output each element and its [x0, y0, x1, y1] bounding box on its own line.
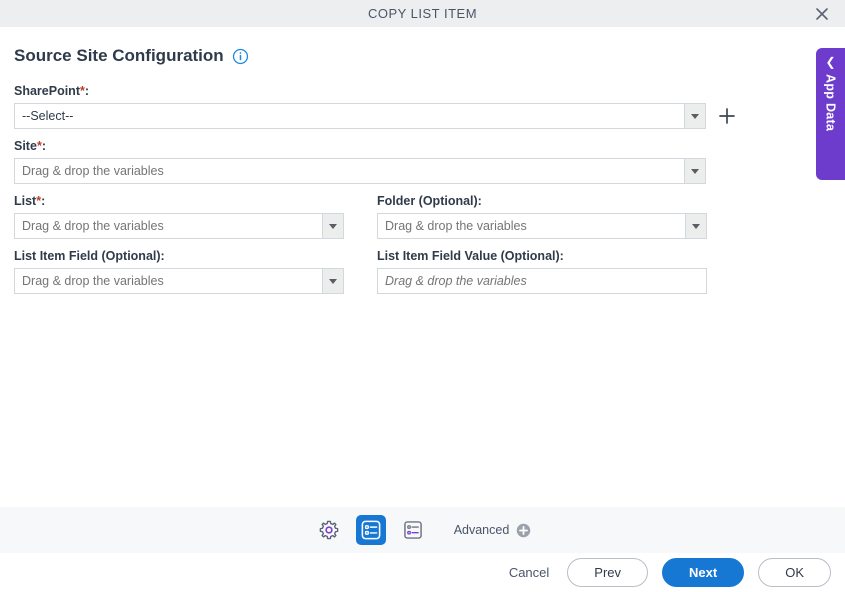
app-data-tab[interactable]: ❮ App Data: [816, 48, 845, 180]
chevron-down-glyph: [691, 113, 699, 119]
chevron-down-icon[interactable]: [684, 158, 706, 184]
add-sharepoint-button[interactable]: [718, 107, 736, 125]
field-site: Site*:: [14, 139, 845, 184]
col-list-item-field: List Item Field (Optional):: [14, 249, 377, 304]
folder-combobox[interactable]: [377, 213, 707, 239]
sharepoint-combobox[interactable]: [14, 103, 706, 129]
chevron-down-icon[interactable]: [322, 213, 344, 239]
site-combobox[interactable]: [14, 158, 706, 184]
chevron-down-icon[interactable]: [322, 268, 344, 294]
app-data-label: App Data: [823, 74, 838, 132]
label-site-text: Site: [14, 139, 37, 153]
form-area: SharePoint*: Site*:: [0, 66, 845, 304]
chevron-down-icon[interactable]: [685, 213, 707, 239]
site-input[interactable]: [14, 158, 684, 184]
label-site: Site*:: [14, 139, 845, 153]
row-list-folder: List*: Folder (Optional):: [14, 194, 845, 249]
plus-icon: [719, 108, 735, 124]
label-folder: Folder (Optional):: [377, 194, 482, 208]
label-sharepoint-text: SharePoint: [14, 84, 80, 98]
label-sharepoint: SharePoint*:: [14, 84, 845, 98]
field-folder: Folder (Optional):: [377, 194, 707, 239]
chevron-down-icon[interactable]: [684, 103, 706, 129]
close-glyph: [816, 7, 828, 20]
field-list-item-field: List Item Field (Optional):: [14, 249, 377, 294]
chevron-down-glyph: [329, 223, 337, 229]
advanced-toggle[interactable]: Advanced: [454, 523, 532, 538]
label-list-item-field-value: List Item Field Value (Optional):: [377, 249, 564, 263]
dialog-footer: Cancel Prev Next OK: [0, 553, 845, 592]
folder-input[interactable]: [377, 213, 685, 239]
prev-button[interactable]: Prev: [567, 558, 649, 587]
label-colon: :: [84, 84, 90, 98]
field-list-item-field-value: List Item Field Value (Optional):: [377, 249, 707, 294]
form-fields-glyph: [403, 521, 422, 539]
info-icon[interactable]: [232, 48, 249, 65]
ok-button[interactable]: OK: [758, 558, 831, 587]
label-colon: :: [41, 139, 46, 153]
chevron-down-glyph: [692, 223, 700, 229]
form-fields-icon[interactable]: [398, 515, 428, 545]
sharepoint-control-row: [14, 103, 845, 129]
label-list: List*:: [14, 194, 377, 208]
window-title: COPY LIST ITEM: [367, 6, 478, 21]
col-list-item-field-value: List Item Field Value (Optional):: [377, 249, 707, 304]
sharepoint-input[interactable]: [14, 103, 684, 129]
bottom-toolbar: Advanced: [0, 507, 845, 553]
chevron-down-glyph: [329, 278, 337, 284]
advanced-label: Advanced: [453, 523, 510, 537]
label-colon: :: [41, 194, 46, 208]
field-list: List*:: [14, 194, 377, 239]
info-glyph: [232, 48, 248, 64]
plus-circle-icon: [517, 523, 531, 537]
form-list-glyph: [361, 520, 381, 540]
field-sharepoint: SharePoint*:: [14, 84, 845, 129]
cancel-button[interactable]: Cancel: [505, 558, 553, 587]
form-list-icon[interactable]: [355, 515, 386, 545]
list-combobox[interactable]: [14, 213, 344, 239]
close-icon[interactable]: [811, 3, 833, 25]
list-item-field-combobox[interactable]: [14, 268, 344, 294]
list-item-field-value-input[interactable]: [377, 268, 707, 294]
row-listitemfield: List Item Field (Optional): List Item Fi…: [14, 249, 845, 304]
list-item-field-input[interactable]: [14, 268, 322, 294]
next-button[interactable]: Next: [662, 558, 745, 587]
list-input[interactable]: [14, 213, 322, 239]
label-list-item-field: List Item Field (Optional):: [14, 249, 165, 263]
label-list-text: List: [14, 194, 37, 208]
gear-glyph: [319, 520, 338, 540]
section-header: Source Site Configuration: [14, 46, 845, 66]
page-title: Source Site Configuration: [14, 46, 224, 65]
col-folder: Folder (Optional):: [377, 194, 707, 249]
chevron-down-glyph: [691, 168, 699, 174]
window-titlebar: COPY LIST ITEM: [0, 0, 845, 27]
col-list: List*:: [14, 194, 377, 249]
chevron-left-icon: ❮: [825, 55, 836, 69]
settings-icon[interactable]: [314, 515, 344, 545]
